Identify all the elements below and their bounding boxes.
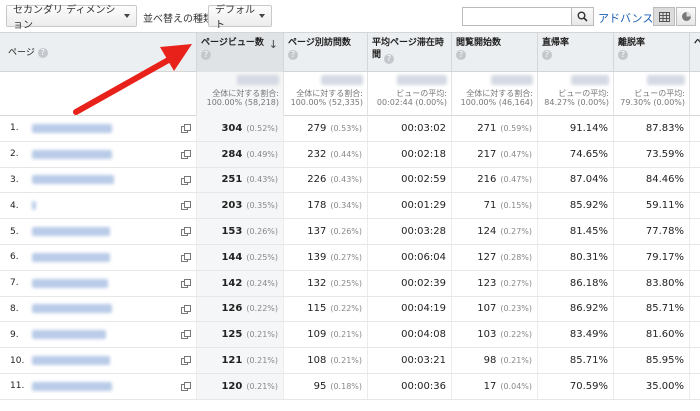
annotation-arrow-icon (73, 44, 192, 115)
